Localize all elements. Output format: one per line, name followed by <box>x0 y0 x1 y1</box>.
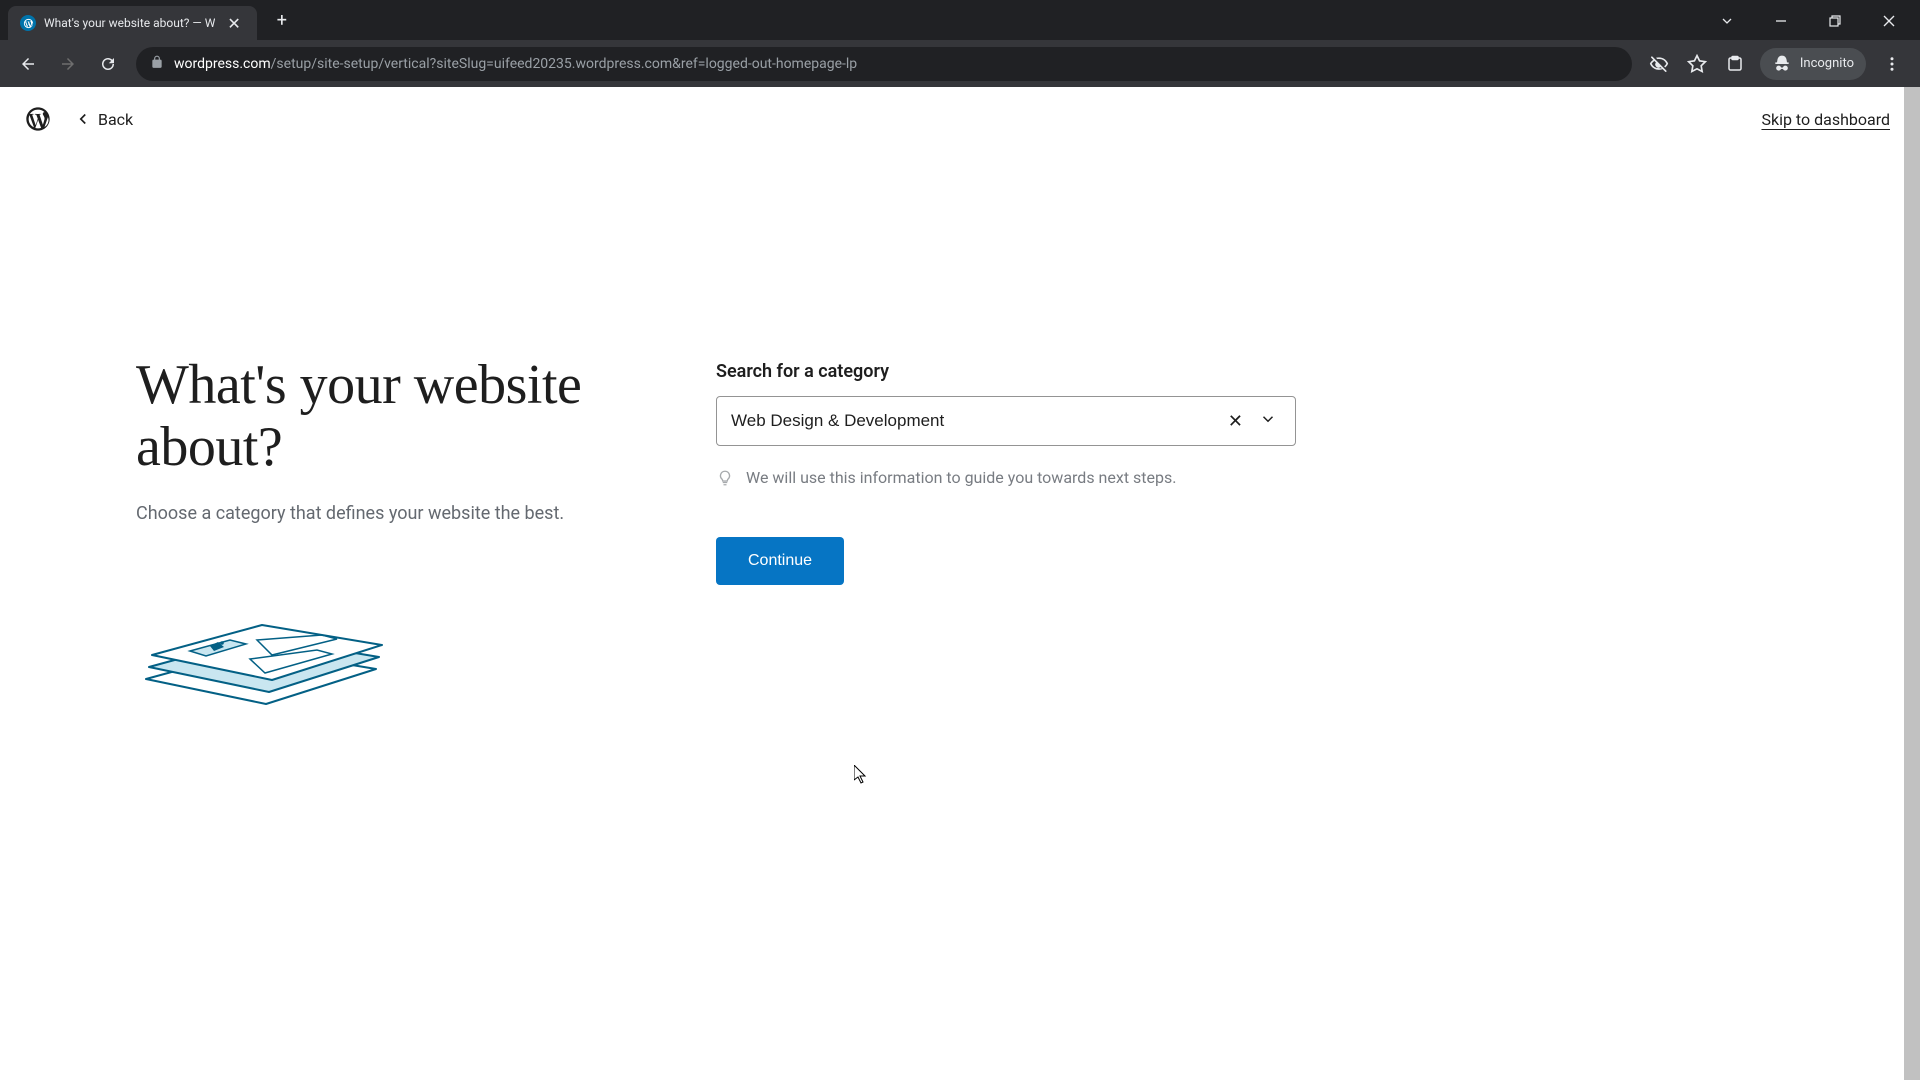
window-controls <box>1704 6 1920 36</box>
skip-to-dashboard-link[interactable]: Skip to dashboard <box>1761 110 1890 129</box>
close-window-button[interactable] <box>1866 6 1912 36</box>
back-link[interactable]: Back <box>74 110 133 129</box>
bookmark-star-icon[interactable] <box>1680 47 1714 81</box>
tab-close-icon[interactable]: ✕ <box>223 12 244 35</box>
new-tab-button[interactable]: + <box>269 6 295 35</box>
back-label: Back <box>98 110 133 129</box>
tab-title: What's your website about? — W <box>44 16 215 30</box>
back-button[interactable] <box>10 46 46 82</box>
hint-row: We will use this information to guide yo… <box>716 468 1296 487</box>
chevron-down-icon[interactable] <box>1255 406 1281 436</box>
page-subtitle: Choose a category that defines your webs… <box>136 500 676 527</box>
address-bar: wordpress.com/setup/site-setup/vertical?… <box>0 40 1920 87</box>
right-column: Search for a category ✕ We will use this… <box>716 355 1296 718</box>
lightbulb-icon <box>716 469 734 487</box>
category-field-label: Search for a category <box>716 361 1296 382</box>
minimize-button[interactable] <box>1758 6 1804 36</box>
clear-icon[interactable]: ✕ <box>1224 407 1247 436</box>
category-combobox[interactable]: ✕ <box>716 396 1296 446</box>
chevron-left-icon <box>74 110 92 128</box>
layers-illustration-icon <box>136 619 676 718</box>
left-column: What's your website about? Choose a cate… <box>136 355 676 718</box>
scrollbar-thumb[interactable] <box>1904 87 1920 1080</box>
page-header: Back Skip to dashboard <box>0 87 1920 151</box>
page-content: Back Skip to dashboard What's your websi… <box>0 87 1920 1080</box>
reload-button[interactable] <box>90 46 126 82</box>
url-text: wordpress.com/setup/site-setup/vertical?… <box>174 56 1618 72</box>
tab-bar: What's your website about? — W ✕ + <box>0 0 1920 40</box>
incognito-icon <box>1772 54 1792 74</box>
scrollbar[interactable] <box>1904 87 1920 1080</box>
page-heading: What's your website about? <box>136 355 676 478</box>
wordpress-favicon-icon <box>20 15 36 31</box>
mouse-cursor-icon <box>854 765 868 785</box>
url-bar[interactable]: wordpress.com/setup/site-setup/vertical?… <box>136 47 1632 81</box>
category-input[interactable] <box>731 411 1216 431</box>
lock-icon <box>150 54 164 73</box>
eye-off-icon[interactable] <box>1642 47 1676 81</box>
maximize-button[interactable] <box>1812 6 1858 36</box>
browser-chrome: What's your website about? — W ✕ + wordp… <box>0 0 1920 87</box>
content-area: What's your website about? Choose a cate… <box>136 355 1784 718</box>
browser-tab[interactable]: What's your website about? — W ✕ <box>8 6 257 40</box>
header-left: Back <box>24 105 133 133</box>
browser-menu-button[interactable] <box>1874 46 1910 82</box>
wordpress-logo-icon <box>24 105 52 133</box>
extensions-icon[interactable] <box>1718 47 1752 81</box>
incognito-label: Incognito <box>1800 56 1854 71</box>
forward-button[interactable] <box>50 46 86 82</box>
incognito-badge[interactable]: Incognito <box>1760 48 1866 80</box>
hint-text: We will use this information to guide yo… <box>746 468 1176 487</box>
continue-button[interactable]: Continue <box>716 537 844 585</box>
tab-search-icon[interactable] <box>1704 6 1750 36</box>
